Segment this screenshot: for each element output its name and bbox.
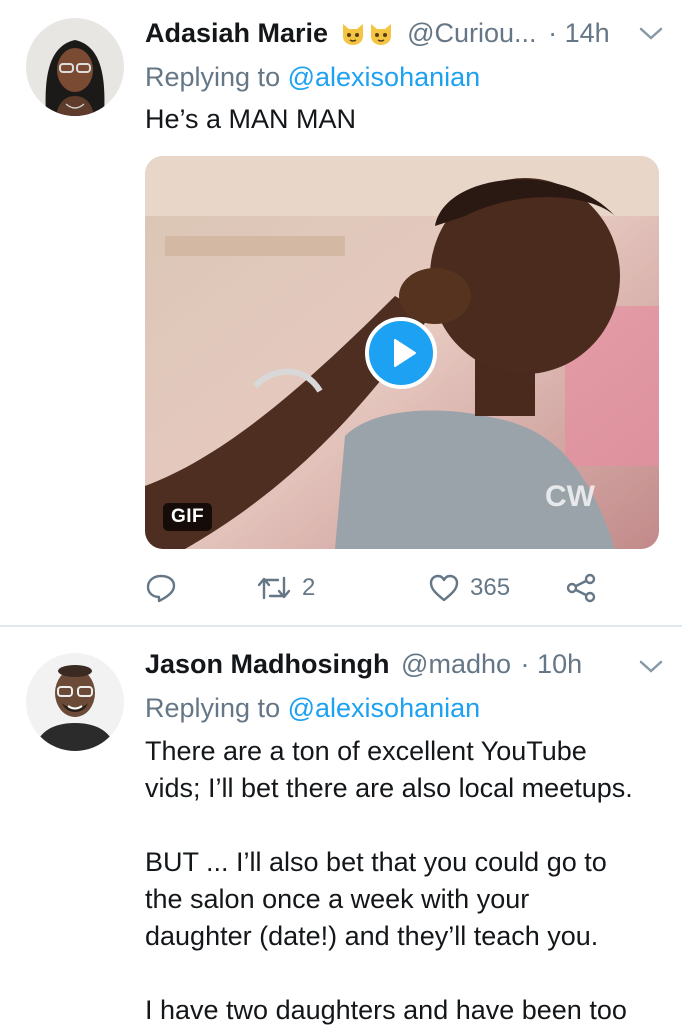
avatar[interactable] <box>26 653 124 751</box>
retweet-button[interactable]: 2 <box>256 568 315 608</box>
heart-icon <box>429 574 459 602</box>
reply-button[interactable] <box>145 568 187 608</box>
text-line: the salon once a week with your <box>145 884 530 914</box>
cat-face-icon <box>370 24 391 45</box>
mention-link[interactable]: @alexisohanian <box>288 62 481 92</box>
gif-media[interactable]: CW GIF <box>145 156 659 549</box>
text-line: I have two daughters and have been too <box>145 995 627 1025</box>
retweet-count: 2 <box>302 574 316 601</box>
username[interactable]: @madho <box>401 649 511 679</box>
separator-dot: · <box>520 649 530 679</box>
replying-to: Replying to @alexisohanian <box>145 62 480 93</box>
like-count: 365 <box>470 574 511 601</box>
chevron-down-icon[interactable] <box>637 657 665 677</box>
play-icon <box>394 339 416 367</box>
tweet-text: He’s a MAN MAN <box>145 104 357 134</box>
paragraph: There are a ton of excellent YouTube vid… <box>145 733 675 807</box>
text-line: There are a ton of excellent YouTube <box>145 736 587 766</box>
replying-to: Replying to @alexisohanian <box>145 693 480 724</box>
replying-prefix: Replying to <box>145 693 281 723</box>
username[interactable]: @Curiou... <box>407 18 536 48</box>
separator-dot: · <box>548 18 558 48</box>
retweet-icon <box>257 576 291 600</box>
text-line: BUT ... I’ll also bet that you could go … <box>145 847 607 877</box>
tweet-text: There are a ton of excellent YouTube vid… <box>145 733 675 1029</box>
gif-badge: GIF <box>163 503 213 531</box>
share-icon <box>566 573 596 603</box>
display-name[interactable]: Adasiah Marie <box>145 18 328 48</box>
tweet-header: Adasiah Marie @Curiou... · 14h <box>145 15 610 51</box>
paragraph: BUT ... I’ll also bet that you could go … <box>145 844 675 955</box>
timestamp[interactable]: 10h <box>537 649 582 679</box>
chevron-down-icon[interactable] <box>637 24 665 44</box>
display-name[interactable]: Jason Madhosingh <box>145 649 390 679</box>
text-line: daughter (date!) and they’ll teach you. <box>145 921 599 951</box>
cat-face-icon <box>342 24 363 45</box>
mention-link[interactable]: @alexisohanian <box>288 693 481 723</box>
tweet-header: Jason Madhosingh @madho · 10h <box>145 646 582 682</box>
tweet-actions: 2 365 <box>145 568 615 608</box>
timestamp[interactable]: 14h <box>565 18 610 48</box>
network-watermark: CW <box>545 480 596 513</box>
paragraph: I have two daughters and have been too <box>145 992 675 1029</box>
replying-prefix: Replying to <box>145 62 281 92</box>
share-button[interactable] <box>565 568 597 608</box>
play-button[interactable] <box>365 317 437 389</box>
tweet[interactable]: Adasiah Marie @Curiou... · 14h Replying … <box>0 0 682 626</box>
like-button[interactable]: 365 <box>428 568 510 608</box>
tweet[interactable]: Jason Madhosingh @madho · 10h Replying t… <box>0 627 682 1025</box>
avatar[interactable] <box>26 18 124 116</box>
reply-icon <box>146 574 176 603</box>
text-line: vids; I’ll bet there are also local meet… <box>145 773 633 803</box>
